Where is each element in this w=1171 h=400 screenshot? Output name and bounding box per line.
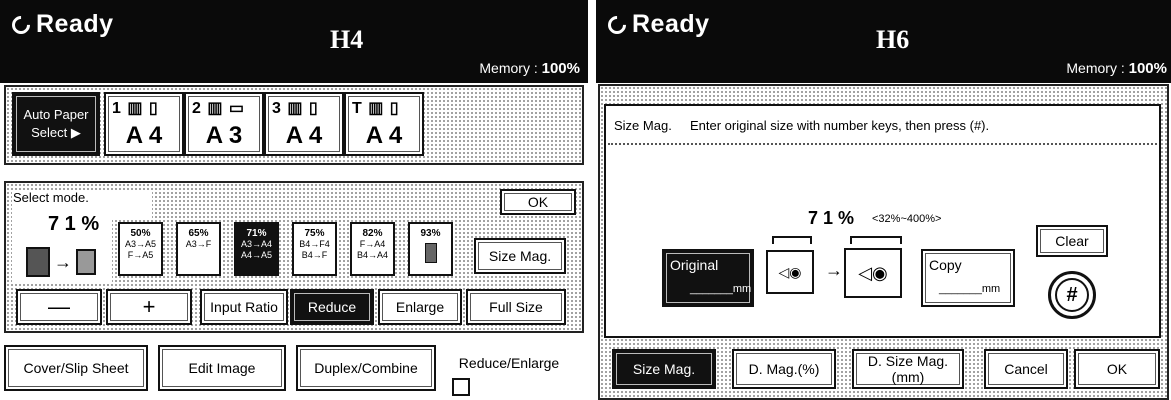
copy-page-icon (76, 249, 96, 275)
ratio-display: 7 1 % (808, 208, 855, 228)
tray-icon: ▥ ▯ (368, 100, 400, 117)
full-size-button[interactable]: Full Size (466, 289, 566, 325)
fish-large-icon: ◁◉ (844, 248, 902, 298)
memory-label: Memory : (1066, 60, 1125, 76)
arrow-right-icon: → (825, 260, 843, 280)
panel-label: H6 (876, 25, 910, 54)
preset-50-button[interactable]: 50% A3→A5 F→A5 (118, 222, 163, 276)
tray-icon: ▥ ▯ (127, 100, 159, 117)
ready-icon (604, 11, 630, 38)
preset-75-button[interactable]: 75% B4→F4 B4→F (292, 222, 337, 276)
status-indicator: Ready (604, 10, 710, 39)
panel-h4: Ready H4 Memory : 100% Auto Paper Select… (0, 0, 588, 400)
original-size-field[interactable]: Original _______mm (662, 249, 754, 307)
original-page-icon (26, 247, 50, 277)
page-icon (424, 243, 437, 263)
dimension-bracket-icon (850, 236, 902, 244)
tray-2-button[interactable]: 2 ▥ ▭ A 3 (184, 92, 264, 156)
copy-unit-row: _______mm (939, 283, 1001, 295)
scroll-handle-icon[interactable] (452, 378, 470, 396)
panel-h6: Ready H6 Memory : 100% Size Mag. Enter o… (596, 0, 1171, 400)
ok-button[interactable]: OK (1074, 349, 1160, 389)
copy-fish-diagram: ◁◉ (844, 236, 904, 298)
panel-label: H4 (330, 25, 364, 54)
tray-number: 3 ▥ ▯ (272, 100, 319, 117)
ratio-display: 7 1 % (48, 213, 100, 235)
tab-edit-image[interactable]: Edit Image (158, 345, 286, 391)
memory-indicator: Memory : 100% (1066, 60, 1167, 77)
tab-size-mag[interactable]: Size Mag. (612, 349, 716, 389)
dimension-bracket-icon (772, 236, 812, 244)
status-indicator: Ready (8, 10, 114, 39)
input-ratio-button[interactable]: Input Ratio (200, 289, 288, 325)
paper-size: A 4 (125, 122, 163, 149)
reduce-button[interactable]: Reduce (290, 289, 374, 325)
tray-number: 2 ▥ ▭ (192, 100, 246, 117)
reduce-diagram: → (26, 247, 96, 277)
memory-value: 100% (1128, 60, 1167, 77)
status-bar: Ready H6 Memory : 100% (596, 0, 1171, 83)
copy-label: Copy (929, 257, 962, 273)
preset-71-button[interactable]: 71% A3→A4 A4→A5 (234, 222, 279, 276)
tray-icon: ▥ ▯ (287, 100, 319, 117)
enlarge-button[interactable]: Enlarge (378, 289, 462, 325)
original-label: Original (670, 257, 719, 273)
paper-size: A 4 (285, 122, 323, 149)
tab-d-size-mag-mm[interactable]: D. Size Mag.(mm) (852, 349, 964, 389)
fish-small-icon: ◁◉ (766, 250, 814, 294)
auto-paper-select-button[interactable]: Auto Paper Select ▶ (12, 92, 100, 156)
hash-icon: # (1055, 278, 1089, 312)
memory-value: 100% (541, 60, 580, 77)
tab-duplex-combine[interactable]: Duplex/Combine (296, 345, 436, 391)
ready-icon (8, 11, 34, 38)
cancel-button[interactable]: Cancel (984, 349, 1068, 389)
tray-number: 1 ▥ ▯ (112, 100, 159, 117)
dialog-title: Size Mag. (614, 118, 672, 133)
memory-label: Memory : (479, 60, 538, 76)
dialog-instruction: Enter original size with number keys, th… (690, 118, 990, 133)
tab-reduce-enlarge[interactable]: Reduce/Enlarge (446, 355, 572, 371)
tab-d-mag-percent[interactable]: D. Mag.(%) (732, 349, 836, 389)
select-mode-label: Select mode. (13, 190, 89, 205)
hash-key-button[interactable]: # (1048, 271, 1096, 319)
status-bar: Ready H4 Memory : 100% (0, 0, 588, 83)
paper-size: A 3 (205, 122, 243, 149)
status-text: Ready (36, 10, 114, 38)
ratio-range: <32%~400%> (872, 213, 942, 225)
tray-3-button[interactable]: 3 ▥ ▯ A 4 (264, 92, 344, 156)
preset-82-button[interactable]: 82% F→A4 B4→A4 (350, 222, 395, 276)
clear-button[interactable]: Clear (1036, 225, 1108, 257)
auto-paper-line1: Auto Paper (23, 107, 89, 122)
status-text: Ready (632, 10, 710, 38)
decrease-button[interactable]: — (16, 289, 102, 325)
tray-number: T ▥ ▯ (352, 100, 400, 117)
ok-button[interactable]: OK (500, 189, 576, 215)
preset-93-button[interactable]: 93% (408, 222, 453, 276)
dialog-divider (608, 143, 1157, 145)
original-unit-row: _______mm (690, 283, 752, 295)
tray-bypass-button[interactable]: T ▥ ▯ A 4 (344, 92, 424, 156)
auto-paper-line2: Select ▶ (31, 125, 81, 140)
paper-size: A 4 (365, 122, 403, 149)
size-mag-button[interactable]: Size Mag. (474, 238, 566, 274)
original-fish-diagram: ◁◉ (766, 236, 820, 294)
tray-icon: ▥ ▭ (207, 100, 246, 117)
memory-indicator: Memory : 100% (479, 60, 580, 77)
increase-button[interactable]: + (106, 289, 192, 325)
arrow-right-icon: → (54, 251, 72, 272)
copy-size-field[interactable]: Copy _______mm (921, 249, 1015, 307)
tray-1-button[interactable]: 1 ▥ ▯ A 4 (104, 92, 184, 156)
preset-65-button[interactable]: 65% A3→F (176, 222, 221, 276)
tab-cover-slip-sheet[interactable]: Cover/Slip Sheet (4, 345, 148, 391)
